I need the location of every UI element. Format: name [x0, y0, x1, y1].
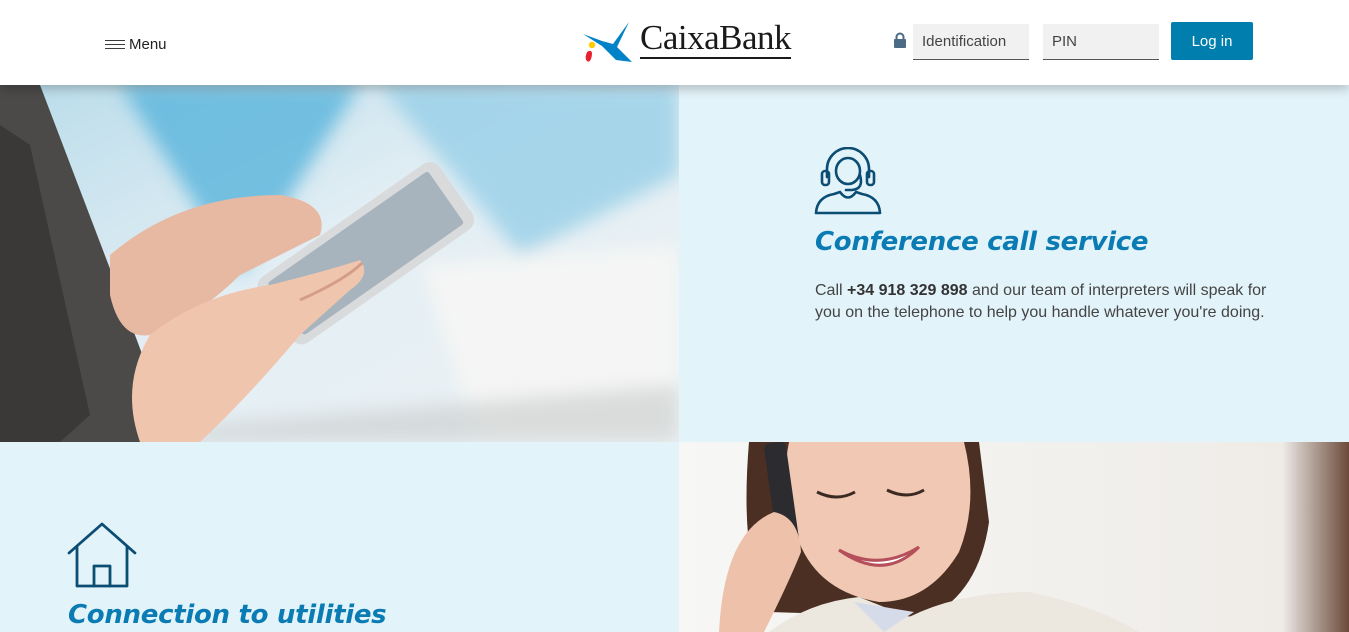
- caixabank-logo[interactable]: CaixaBank: [580, 18, 792, 64]
- feature-conference-call: Conference call service Call +34 918 329…: [679, 85, 1349, 442]
- login-button[interactable]: Log in: [1171, 22, 1253, 60]
- feature-title: Connection to utilities: [68, 600, 387, 630]
- identification-input[interactable]: [913, 24, 1029, 60]
- phone-number[interactable]: +34 918 329 898: [847, 282, 968, 299]
- menu-button[interactable]: Menu: [105, 34, 167, 54]
- lock-icon: [894, 32, 906, 48]
- photo-woman-on-phone: [679, 442, 1349, 632]
- headset-agent-icon: [814, 147, 882, 215]
- feature-utilities: Connection to utilities: [0, 442, 679, 632]
- feature-text-prefix: Call: [815, 282, 848, 299]
- house-icon: [67, 522, 137, 588]
- site-header: Menu CaixaBank Log in: [0, 0, 1349, 85]
- star-logo-icon: [583, 22, 632, 62]
- photo-hands-smartphone: [0, 85, 679, 442]
- pin-input[interactable]: [1043, 24, 1159, 60]
- menu-label: Menu: [129, 35, 167, 53]
- hamburger-icon: [105, 39, 125, 49]
- logo-wordmark: CaixaBank: [640, 18, 792, 59]
- feature-title: Conference call service: [815, 227, 1149, 257]
- feature-description: Call +34 918 329 898 and our team of int…: [815, 280, 1285, 324]
